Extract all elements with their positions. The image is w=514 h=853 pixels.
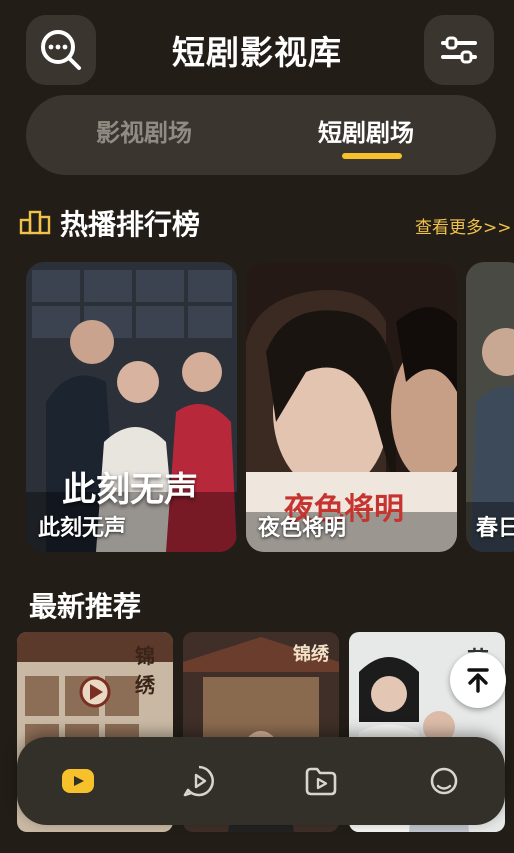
active-tab-indicator xyxy=(342,153,402,159)
nav-profile[interactable] xyxy=(424,761,464,801)
arrow-up-icon xyxy=(467,668,489,693)
folder-play-icon xyxy=(305,767,337,796)
hot-card-2[interactable]: 夜色将明 夜色将明 xyxy=(246,262,457,552)
filter-button[interactable] xyxy=(424,15,494,85)
bottom-navigation xyxy=(17,737,505,825)
tab-short-drama-theater[interactable]: 短剧剧场 xyxy=(318,113,414,148)
hot-card-1[interactable]: 此刻无声 此刻无声 xyxy=(26,262,237,552)
hot-card-title: 夜色将明 xyxy=(258,516,347,541)
tab-film-theater[interactable]: 影视剧场 xyxy=(96,113,192,148)
hot-card-3[interactable]: 春日 xyxy=(466,262,514,552)
video-icon xyxy=(62,769,94,793)
poster-overlay-title: 锦绣 xyxy=(135,644,155,697)
poster-overlay-title: 此刻无声 xyxy=(62,470,198,510)
profile-icon xyxy=(430,767,458,795)
play-bubble-icon xyxy=(183,765,215,797)
poster-overlay-title: 锦绣 xyxy=(293,644,329,665)
nav-home[interactable] xyxy=(58,761,98,801)
view-more-link[interactable]: 查看更多>> xyxy=(415,213,512,238)
poster-image xyxy=(466,262,514,552)
hot-ranking-title: 热播排行榜 xyxy=(60,208,201,241)
hot-card-title: 春日 xyxy=(476,516,514,541)
recommend-title: 最新推荐 xyxy=(29,590,142,623)
ranking-podium-icon xyxy=(19,210,51,235)
sliders-icon xyxy=(441,36,477,64)
hot-card-title: 此刻无声 xyxy=(38,516,127,541)
theater-tabs: 影视剧场 短剧剧场 xyxy=(26,95,496,175)
back-to-top-button[interactable] xyxy=(450,652,506,708)
nav-short-drama[interactable] xyxy=(179,761,219,801)
nav-library[interactable] xyxy=(301,761,341,801)
